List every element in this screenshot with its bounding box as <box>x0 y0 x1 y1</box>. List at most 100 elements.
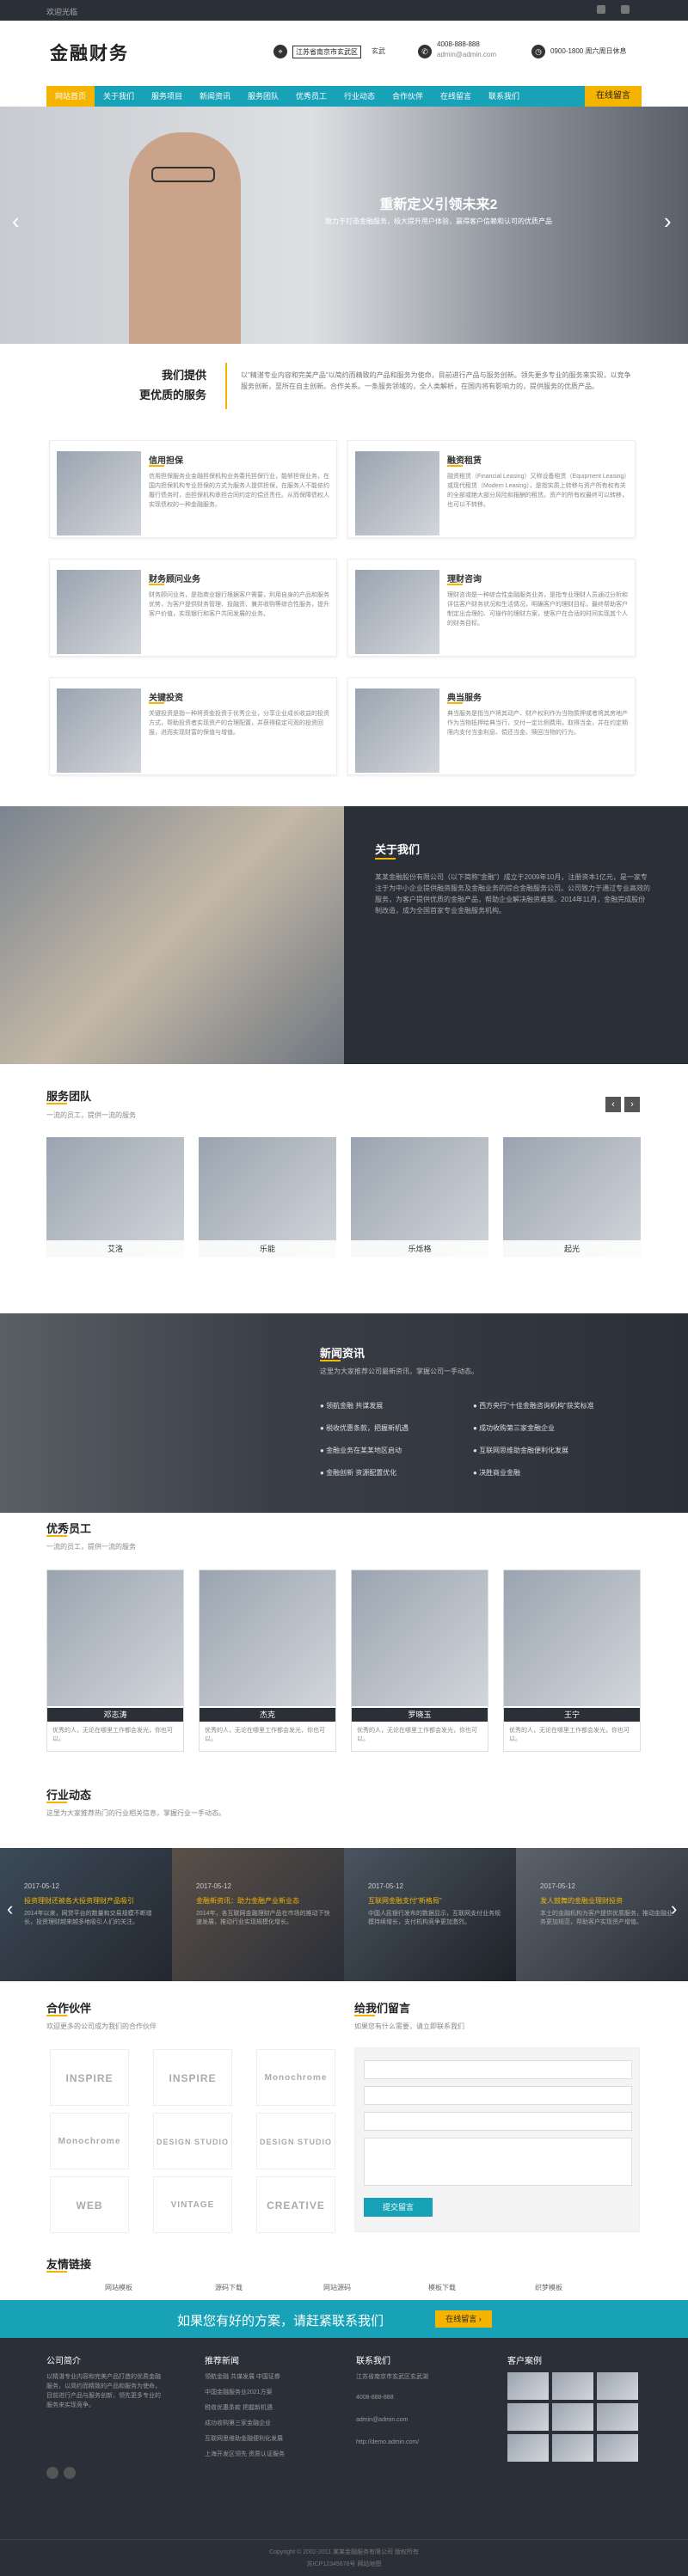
industry-card[interactable]: 2017-05-12 金融新资讯：助力金融产业新业态 2014年，各互联网金融理… <box>172 1848 344 1981</box>
links-title: 友情链接 <box>46 2258 92 2271</box>
footer-news-item[interactable]: 互联网思维助金融便利化发展 <box>205 2434 283 2443</box>
nav-item-news[interactable]: 新闻资讯 <box>191 86 239 107</box>
wechat-icon[interactable] <box>64 2467 76 2479</box>
case-thumbnail[interactable] <box>597 2434 638 2462</box>
partner-logo[interactable]: Monochrome <box>256 2049 335 2106</box>
news-item[interactable]: ● 成功收购第三家金融企业 <box>473 1423 555 1433</box>
staff-card[interactable]: 罗晓玉 优秀的人，无论在哪里工作都会发光，你也可以。 <box>351 1569 488 1752</box>
case-thumbnail[interactable] <box>597 2372 638 2400</box>
case-thumbnail[interactable] <box>597 2403 638 2431</box>
case-thumbnail[interactable] <box>507 2403 549 2431</box>
nav-item-home[interactable]: 网站首页 <box>46 86 95 107</box>
team-member-name: 乐能 <box>199 1240 336 1257</box>
logo[interactable]: 金融财务 <box>50 40 129 65</box>
industry-card[interactable]: 2017-05-12 发人鼓舞的金融业理财投资 本土的金融机构为客户提供优质服务… <box>516 1848 688 1981</box>
staff-desc: 优秀的人，无论在哪里工作都会发光，你也可以。 <box>357 1728 477 1742</box>
weibo-icon[interactable] <box>597 5 605 14</box>
nav-item-partners[interactable]: 合作伙伴 <box>384 86 432 107</box>
industry-card[interactable]: 2017-05-12 投资理财还被各大投资理财产品吸引 2014年以来，网贷平台… <box>0 1848 172 1981</box>
industry-next-arrow[interactable]: › <box>671 1898 677 1920</box>
service-card[interactable]: 理财咨询 理财咨询是一种综合性金融服务业务，是指专业理财人员通过分析和评估客户财务… <box>347 559 636 657</box>
team-member[interactable]: 乐烁格 <box>351 1137 488 1257</box>
footer-news-item[interactable]: 中国金融服务业2021方案 <box>205 2388 273 2396</box>
news-item[interactable]: ● 互联网思维助金融便利化发展 <box>473 1446 568 1455</box>
nav-item-industry[interactable]: 行业动态 <box>335 86 384 107</box>
industry-title: 行业动态 <box>46 1789 92 1802</box>
case-thumbnail[interactable] <box>552 2434 593 2462</box>
nav-item-contact[interactable]: 联系我们 <box>480 86 528 107</box>
partner-logo[interactable]: CREATIVE <box>256 2176 335 2233</box>
form-message-field[interactable] <box>364 2138 632 2186</box>
partner-logo[interactable]: Monochrome <box>50 2113 129 2169</box>
banner-next-arrow[interactable]: › <box>664 208 672 235</box>
footer-news-item[interactable]: 领航金融 共谋发展 中国证券 <box>205 2372 280 2381</box>
news-item[interactable]: ● 金融创新 资源配置优化 <box>320 1468 396 1478</box>
form-field-3[interactable] <box>364 2112 632 2131</box>
news-item[interactable]: ● 金融业务在某某地区启动 <box>320 1446 402 1455</box>
nav-item-message[interactable]: 在线留言 <box>432 86 480 107</box>
news-subtitle: 这里为大家推荐公司最新资讯，掌握公司一手动态。 <box>320 1368 478 1375</box>
friend-link[interactable]: 织梦模板 <box>535 2283 562 2292</box>
partner-logo[interactable]: INSPIRE <box>50 2049 129 2106</box>
service-card[interactable]: 财务顾问业务 财务顾问业务，是指商业银行根据客户需要，利用自身的产品和服务优势，为… <box>49 559 337 657</box>
partner-logo[interactable]: DESIGN STUDIO <box>256 2113 335 2169</box>
nav-item-services[interactable]: 服务项目 <box>143 86 191 107</box>
partner-logo[interactable]: VINTAGE <box>153 2176 232 2233</box>
staff-name: 杰克 <box>200 1708 335 1722</box>
case-thumbnail[interactable] <box>552 2403 593 2431</box>
service-card[interactable]: 信用担保 信用担保服务业金融担保机构业务委托担保行业，能够担保业务，在国内担保机构… <box>49 440 337 538</box>
news-item[interactable]: ● 领航金融 共谋发展 <box>320 1401 383 1410</box>
friend-link[interactable]: 模板下载 <box>428 2283 456 2292</box>
staff-card[interactable]: 王宁 优秀的人，无论在哪里工作都会发光，你也可以。 <box>503 1569 641 1752</box>
about-underline <box>375 858 396 860</box>
service-card[interactable]: 典当服务 典当服务是指当户将其动产、财产权利作为当物质押或者将其房地产作为当物抵押… <box>347 677 636 775</box>
case-thumbnail[interactable] <box>507 2372 549 2400</box>
staff-desc: 优秀的人，无论在哪里工作都会发光，你也可以。 <box>52 1728 173 1742</box>
nav-item-team[interactable]: 服务团队 <box>239 86 287 107</box>
footer-news-item[interactable]: 上海开发区领先 资质认证服务 <box>205 2450 285 2458</box>
news-item[interactable]: ● 税收优惠条款，把握新机遇 <box>320 1423 408 1433</box>
team-subtitle: 一流的员工，提供一流的服务 <box>46 1111 136 1119</box>
service-desc: 信用担保服务业金融担保机构业务委托担保行业，能够担保业务，在国内担保机构专业担保… <box>149 474 329 508</box>
team-prev-button[interactable]: ‹ <box>605 1097 621 1112</box>
footer-website[interactable]: http://demo.admin.com/ <box>356 2439 419 2445</box>
team-member[interactable]: 艾洛 <box>46 1137 184 1257</box>
team-member[interactable]: 起光 <box>503 1137 641 1257</box>
service-underline <box>447 584 463 585</box>
cta-button[interactable]: 在线留言 › <box>435 2310 492 2328</box>
staff-card[interactable]: 杰克 优秀的人，无论在哪里工作都会发光，你也可以。 <box>199 1569 336 1752</box>
case-thumbnail[interactable] <box>552 2372 593 2400</box>
wechat-icon[interactable] <box>621 5 630 14</box>
staff-card[interactable]: 邓志涛 优秀的人，无论在哪里工作都会发光，你也可以。 <box>46 1569 184 1752</box>
friend-link[interactable]: 源码下载 <box>215 2283 243 2292</box>
nav-item-about[interactable]: 关于我们 <box>95 86 143 107</box>
industry-card[interactable]: 2017-05-12 互联网金融支付"新格局" 中国人民银行发布的数据显示，互联… <box>344 1848 516 1981</box>
footer-news-item[interactable]: 税收优惠条款 把握新机遇 <box>205 2403 273 2412</box>
form-field-2[interactable] <box>364 2086 632 2105</box>
partner-logo[interactable]: WEB <box>50 2176 129 2233</box>
partner-logo[interactable]: INSPIRE <box>153 2049 232 2106</box>
nav-item-staff[interactable]: 优秀员工 <box>287 86 335 107</box>
news-item[interactable]: ● 西方央行"十佳金融咨询机构"获奖标准 <box>473 1401 594 1410</box>
service-card[interactable]: 关键投资 关键投资是指一种将资金投资于优秀企业，分享企业成长收益的投资方式，帮助投… <box>49 677 337 775</box>
industry-prev-arrow[interactable]: ‹ <box>7 1898 13 1920</box>
service-title: 理财咨询 <box>447 575 482 584</box>
form-submit-button[interactable]: 提交留言 <box>364 2198 433 2217</box>
weibo-icon[interactable] <box>46 2467 58 2479</box>
friend-link[interactable]: 网站源码 <box>323 2283 351 2292</box>
form-field-1[interactable] <box>364 2060 632 2079</box>
friend-link[interactable]: 网站模板 <box>105 2283 132 2292</box>
service-image <box>355 570 439 654</box>
service-card[interactable]: 融资租赁 融资租赁（Financial Leasing）又称设备租赁（Equipm… <box>347 440 636 538</box>
footer-news-item[interactable]: 成功收购第三家金融企业 <box>205 2419 271 2427</box>
industry-item-title: 金融新资讯：助力金融产业新业态 <box>196 1897 299 1905</box>
news-item[interactable]: ● 决胜商业金融 <box>473 1468 520 1478</box>
footer-cases-title: 客户案例 <box>507 2357 542 2366</box>
team-next-button[interactable]: › <box>624 1097 640 1112</box>
banner-prev-arrow[interactable]: ‹ <box>12 208 20 235</box>
partner-logo[interactable]: DESIGN STUDIO <box>153 2113 232 2169</box>
team-member[interactable]: 乐能 <box>199 1137 336 1257</box>
location-icon: ⌖ <box>273 45 287 58</box>
case-thumbnail[interactable] <box>507 2434 549 2462</box>
online-message-button[interactable]: 在线留言 <box>585 86 642 107</box>
